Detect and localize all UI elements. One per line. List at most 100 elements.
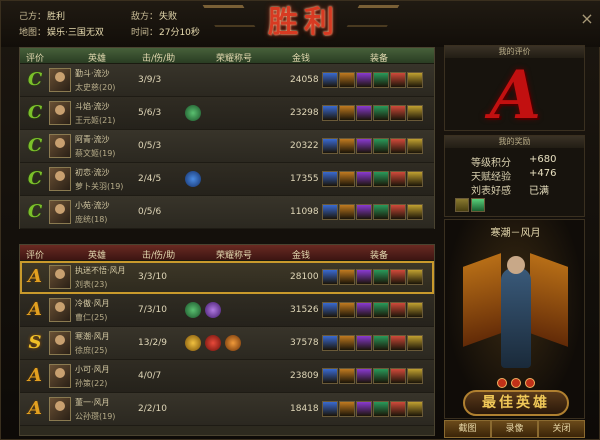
honor-orange-seal-icon[interactable] [225,335,241,351]
equipment-item-icon[interactable] [373,368,389,384]
avatar[interactable] [49,134,71,158]
equipment-item-icon[interactable] [407,335,423,351]
equipment-item-icon[interactable] [339,72,355,88]
green-gem-icon[interactable] [471,198,485,212]
best-hero-name: 寒潮－风月 [490,228,541,239]
equipment-item-icon[interactable] [373,204,389,220]
equipment-item-icon[interactable] [390,105,406,121]
honor-gold-seal-icon[interactable] [185,335,201,351]
page-dot[interactable] [525,378,535,388]
avatar[interactable] [49,68,71,92]
equipment-item-icon[interactable] [339,302,355,318]
equipment-item-icon[interactable] [356,138,372,154]
player-row[interactable]: C 阿青·流沙 蔡文姬(19) 0/5/3 20322 [20,130,434,163]
equipment-item-icon[interactable] [390,401,406,417]
equipment-item-icon[interactable] [356,105,372,121]
page-dot[interactable] [497,378,507,388]
hero-wing-left [463,253,501,347]
avatar[interactable] [49,200,71,224]
equipment-item-icon[interactable] [322,72,338,88]
equipment-item-icon[interactable] [356,269,372,285]
equipment-item-icon[interactable] [356,204,372,220]
player-row[interactable]: C 小苑·流沙 庞统(18) 0/5/6 11098 [20,196,434,229]
equipment-item-icon[interactable] [407,368,423,384]
equipment-item-icon[interactable] [373,302,389,318]
player-row[interactable]: A 执迷不悟·风月 刘表(23) 3/3/10 28100 [20,261,434,294]
avatar[interactable] [49,101,71,125]
player-row[interactable]: S 寒潮·风月 徐庶(25) 13/2/9 37578 [20,327,434,360]
equipment-item-icon[interactable] [407,171,423,187]
equipment-item-icon[interactable] [373,401,389,417]
avatar[interactable] [49,364,71,388]
equipment-item-icon[interactable] [339,171,355,187]
equipment-item-icon[interactable] [373,138,389,154]
equipment-item-icon[interactable] [339,269,355,285]
equipment-item-icon[interactable] [373,269,389,285]
equipment-item-icon[interactable] [322,401,338,417]
equipment-item-icon[interactable] [407,72,423,88]
player-row[interactable]: A 冷傲·风月 曹仁(25) 7/3/10 31526 [20,294,434,327]
page-dot[interactable] [511,378,521,388]
equipment-item-icon[interactable] [339,138,355,154]
player-row[interactable]: C 勤斗·流沙 太史慈(20) 3/9/3 24058 [20,64,434,97]
avatar[interactable] [49,298,71,322]
equipment-item-icon[interactable] [390,204,406,220]
equipment-item-icon[interactable] [322,269,338,285]
equipment-item-icon[interactable] [373,72,389,88]
equipment-item-icon[interactable] [322,335,338,351]
equipment-item-icon[interactable] [322,302,338,318]
equipment-item-icon[interactable] [390,269,406,285]
equipment-item-icon[interactable] [390,302,406,318]
equipment-item-icon[interactable] [390,171,406,187]
player-row[interactable]: C 初恋·流沙 萝卜关羽(19) 2/4/5 17355 [20,163,434,196]
equipment-item-icon[interactable] [322,105,338,121]
equipment-item-icon[interactable] [373,335,389,351]
equipment-item-icon[interactable] [322,368,338,384]
honor-purple-seal-icon[interactable] [205,302,221,318]
equipment-item-icon[interactable] [356,302,372,318]
equipment-item-icon[interactable] [356,72,372,88]
best-hero-button[interactable]: 最佳英雄 [463,390,569,416]
equipment-item-icon[interactable] [390,335,406,351]
close-icon[interactable]: × [579,11,595,27]
equipment-item-icon[interactable] [407,401,423,417]
equipment-item-icon[interactable] [407,138,423,154]
equipment-item-icon[interactable] [390,368,406,384]
equipment-item-icon[interactable] [407,105,423,121]
player-row[interactable]: C 斗焰·流沙 王元姬(21) 5/6/3 23298 [20,97,434,130]
equipment-item-icon[interactable] [339,335,355,351]
equipment-item-icon[interactable] [356,171,372,187]
honor-blue-seal-icon[interactable] [185,171,201,187]
honor-red-seal-icon[interactable] [205,335,221,351]
equipment-item-icon[interactable] [390,138,406,154]
equipment-item-icon[interactable] [339,105,355,121]
close-button[interactable]: 关闭 [538,420,585,438]
equipment-item-icon[interactable] [356,335,372,351]
equipment-item-icon[interactable] [407,302,423,318]
player-row[interactable]: A 董一·风月 公孙瓒(19) 2/2/10 18418 [20,393,434,426]
equipment-item-icon[interactable] [407,204,423,220]
equipment-list [322,171,423,187]
equipment-item-icon[interactable] [356,401,372,417]
equipment-item-icon[interactable] [322,138,338,154]
avatar[interactable] [49,265,71,289]
equipment-item-icon[interactable] [407,269,423,285]
equipment-item-icon[interactable] [373,105,389,121]
player-row[interactable]: A 小可·风月 孙策(22) 4/0/7 23809 [20,360,434,393]
equipment-item-icon[interactable] [390,72,406,88]
replay-button[interactable]: 录像 [491,420,538,438]
equipment-item-icon[interactable] [373,171,389,187]
equipment-item-icon[interactable] [339,204,355,220]
honor-green-seal-icon[interactable] [185,302,201,318]
leaf-bundle-icon[interactable] [455,198,469,212]
avatar[interactable] [49,331,71,355]
equipment-item-icon[interactable] [322,204,338,220]
equipment-item-icon[interactable] [339,368,355,384]
avatar[interactable] [49,397,71,421]
equipment-item-icon[interactable] [339,401,355,417]
avatar[interactable] [49,167,71,191]
equipment-item-icon[interactable] [356,368,372,384]
screenshot-button[interactable]: 截图 [444,420,491,438]
honor-green-seal-icon[interactable] [185,105,201,121]
equipment-item-icon[interactable] [322,171,338,187]
